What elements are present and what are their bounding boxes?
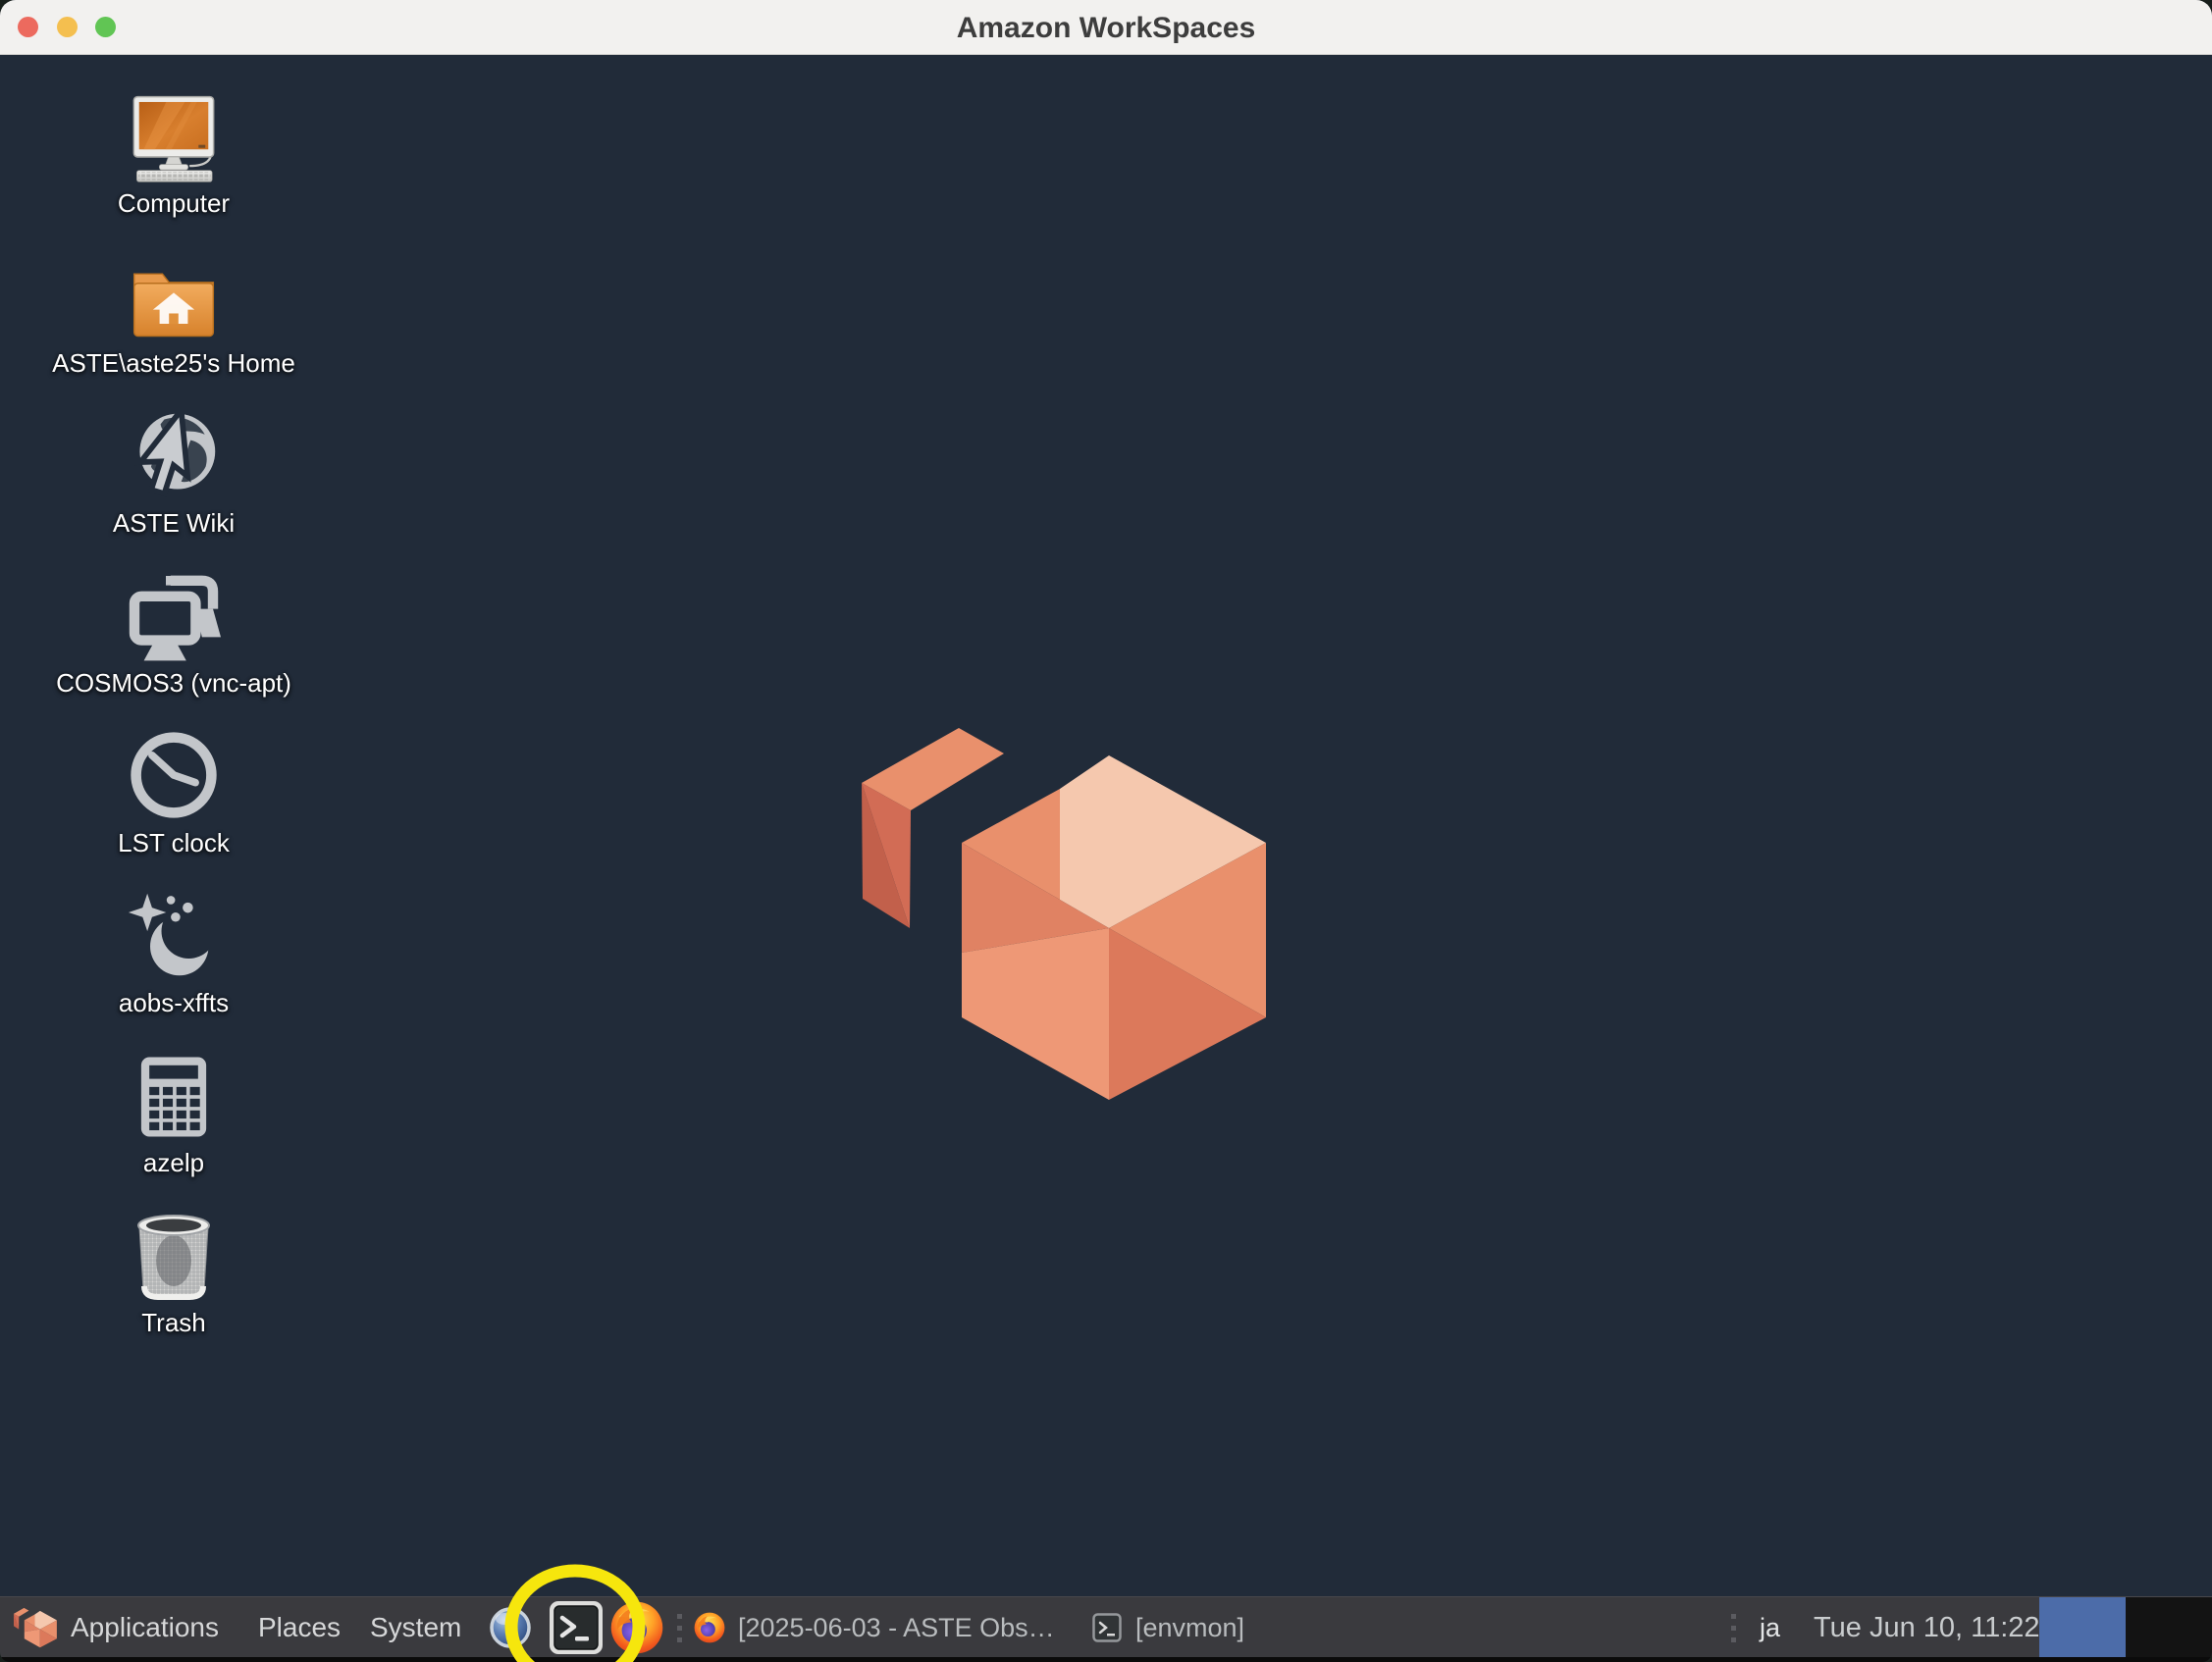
workspaces-client-window: Amazon WorkSpaces xyxy=(0,0,2212,1662)
desktop-icon-aste-wiki[interactable]: ASTE Wiki xyxy=(95,404,252,539)
desktop-icon-aobs-xffts[interactable]: aobs-xffts xyxy=(95,884,252,1018)
menu-applications[interactable]: Applications xyxy=(71,1597,219,1658)
vnc-dual-screens-icon xyxy=(126,568,222,662)
task-firefox-icon[interactable] xyxy=(693,1611,726,1644)
blue-globe-launcher-icon[interactable] xyxy=(489,1606,532,1649)
terminal-launcher-icon[interactable] xyxy=(548,1599,605,1656)
desktop-icon-home[interactable]: ASTE\aste25's Home xyxy=(95,244,252,379)
desktop-icon-azelp[interactable]: azelp xyxy=(95,1044,252,1178)
desktop-icon-label: COSMOS3 (vnc-apt) xyxy=(56,668,291,699)
clock-icon xyxy=(127,728,221,822)
indicator-drag-handle[interactable] xyxy=(1729,1597,1737,1658)
panel-clock[interactable]: Tue Jun 10, 11:22 xyxy=(1814,1597,2040,1658)
computer-icon xyxy=(125,92,223,182)
bottom-panel: Applications Places System xyxy=(0,1596,2212,1658)
desktop-icon-label: azelp xyxy=(143,1148,204,1178)
desktop-icon-label: Trash xyxy=(141,1308,206,1338)
desktop-icon-trash[interactable]: Trash xyxy=(95,1204,252,1338)
task-item-firefox-window[interactable]: [2025-06-03 - ASTE Obs… xyxy=(738,1597,1055,1658)
window-title: Amazon WorkSpaces xyxy=(0,0,2212,54)
trash-basket-icon xyxy=(130,1208,218,1302)
screen: Amazon WorkSpaces xyxy=(0,0,2212,1662)
moon-stars-icon xyxy=(127,888,221,982)
calculator-icon xyxy=(129,1052,219,1142)
amazon-workspaces-logo xyxy=(844,702,1286,1124)
titlebar: Amazon WorkSpaces xyxy=(0,0,2212,55)
task-terminal-icon[interactable] xyxy=(1092,1613,1122,1642)
desktop-icon-label: LST clock xyxy=(118,828,230,858)
task-item-envmon[interactable]: [envmon] xyxy=(1135,1597,1244,1658)
desktop-icon-label: Computer xyxy=(118,188,230,219)
home-folder-icon xyxy=(127,260,221,342)
desktop-icon-computer[interactable]: Computer xyxy=(95,84,252,219)
window-list-drag-handle[interactable] xyxy=(675,1597,683,1658)
desktop-icon-lst-clock[interactable]: LST clock xyxy=(95,724,252,858)
desktop-icon-cosmos3[interactable]: COSMOS3 (vnc-apt) xyxy=(95,564,252,699)
keyboard-layout-indicator[interactable]: ja xyxy=(1760,1597,1780,1658)
menu-places[interactable]: Places xyxy=(258,1597,341,1658)
workspace-switcher-active[interactable] xyxy=(2039,1597,2126,1658)
screen-bottom-edge xyxy=(0,1657,2212,1662)
wiki-globe-cursor-icon xyxy=(127,408,221,502)
workspaces-menu-logo-icon[interactable] xyxy=(12,1605,59,1650)
workspace-switcher-inactive[interactable] xyxy=(2126,1597,2212,1658)
desktop: Computer ASTE\aste25's Home xyxy=(0,55,2212,1596)
firefox-launcher-icon[interactable] xyxy=(608,1599,665,1656)
desktop-icon-label: aobs-xffts xyxy=(119,988,229,1018)
desktop-icon-label: ASTE Wiki xyxy=(113,508,235,539)
menu-system[interactable]: System xyxy=(370,1597,461,1658)
desktop-icon-label: ASTE\aste25's Home xyxy=(52,348,295,379)
